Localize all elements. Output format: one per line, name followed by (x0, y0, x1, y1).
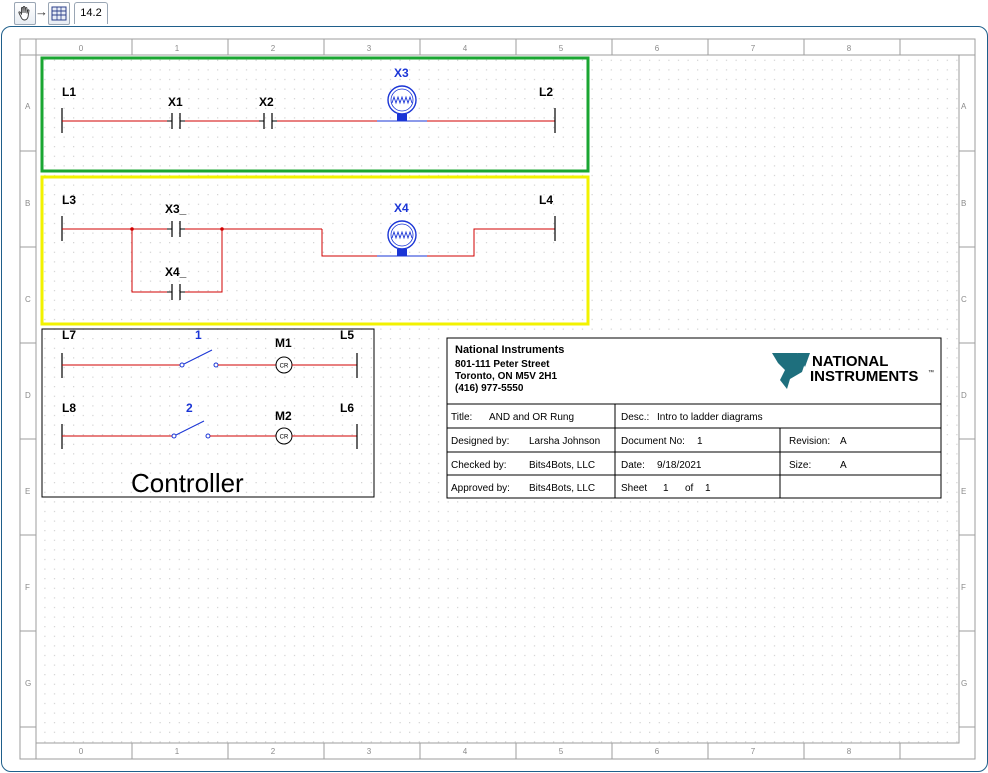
docno-label: Document No: (621, 436, 685, 447)
ruler-row-label: E (25, 487, 30, 496)
coil-m1[interactable]: CR (275, 356, 293, 374)
date-label: Date: (621, 460, 645, 471)
designed-label: Designed by: (451, 436, 509, 447)
revision-value: A (840, 436, 847, 447)
of-value: 1 (705, 483, 711, 494)
ruler-col-label: 1 (175, 44, 180, 53)
coil-m1-label: M1 (275, 336, 292, 350)
ruler-col-label: 5 (559, 747, 564, 756)
ruler-col-label: 4 (463, 44, 468, 53)
desc-value: Intro to ladder diagrams (657, 412, 763, 423)
designed-value: Larsha Johnson (529, 436, 600, 447)
zoom-tab[interactable]: 14.2 (74, 2, 108, 24)
revision-label: Revision: (789, 436, 830, 447)
lamp-x3-label: X3 (394, 66, 409, 80)
ruler-row-label: C (25, 295, 31, 304)
ruler-col-label: 6 (655, 44, 660, 53)
ruler-col-label: 1 (175, 747, 180, 756)
lamp-x4-label: X4 (394, 201, 409, 215)
circuit-icon[interactable] (48, 2, 70, 25)
contact-x1-label: X1 (168, 95, 183, 109)
approved-value: Bits4Bots, LLC (529, 483, 595, 494)
ruler-col-label: 8 (847, 747, 852, 756)
rail-l8-label: L8 (62, 401, 76, 415)
ruler-col-label: 4 (463, 747, 468, 756)
size-value: A (840, 460, 847, 471)
ruler-row-label: D (25, 391, 31, 400)
ruler-row-label: B (25, 199, 30, 208)
ruler-col-label: 5 (559, 44, 564, 53)
ruler-row-label: F (961, 583, 966, 592)
rail-l1-label: L1 (62, 85, 76, 99)
checked-label: Checked by: (451, 460, 507, 471)
hand-icon[interactable] (14, 2, 36, 25)
ruler-col-label: 7 (751, 747, 756, 756)
ruler-col-label: 8 (847, 44, 852, 53)
ruler-col-label: 2 (271, 747, 276, 756)
schematic-workspace[interactable]: 0 1 2 3 4 5 6 7 8 0 1 2 3 4 5 6 7 8 A B … (1, 26, 988, 772)
contact-x4-not-label: X4_ (165, 265, 187, 279)
title-block[interactable]: National Instruments 801-111 Peter Stree… (446, 337, 942, 499)
coil-symbol: CR (280, 364, 289, 370)
rail-l3-label: L3 (62, 193, 76, 207)
ruler-col-label: 0 (79, 747, 84, 756)
company-name: National Instruments (455, 344, 564, 356)
docno-value: 1 (697, 436, 703, 447)
checked-value: Bits4Bots, LLC (529, 460, 595, 471)
sheet-label: Sheet (621, 483, 647, 494)
ruler-col-label: 2 (271, 44, 276, 53)
ruler-row-label: C (961, 295, 967, 304)
ruler-row-label: D (961, 391, 967, 400)
contact-x3-not-label: X3_ (165, 202, 187, 216)
ruler-row-label: A (961, 102, 967, 111)
coil-m2-label: M2 (275, 409, 292, 423)
title-value: AND and OR Rung (489, 412, 574, 423)
date-value: 9/18/2021 (657, 460, 702, 471)
ruler-row-label: F (25, 583, 30, 592)
toolbar: → 14.2 (0, 0, 988, 26)
rail-l2-label: L2 (539, 85, 553, 99)
logo-line2: INSTRUMENTS (810, 368, 918, 385)
rail-l4-label: L4 (539, 193, 553, 207)
ruler-row-label: B (961, 199, 966, 208)
switch-2-label: 2 (186, 401, 193, 415)
company-address-2: Toronto, ON M5V 2H1 (455, 371, 557, 382)
ruler-row-label: G (25, 679, 31, 688)
ruler-row-label: G (961, 679, 967, 688)
schematic-sheet[interactable]: 0 1 2 3 4 5 6 7 8 0 1 2 3 4 5 6 7 8 A B … (2, 27, 987, 771)
of-label: of (685, 483, 694, 494)
ruler-col-label: 7 (751, 44, 756, 53)
contact-x2-label: X2 (259, 95, 274, 109)
switch-1-label: 1 (195, 328, 202, 342)
ruler-row-label: A (25, 102, 31, 111)
rail-l7-label: L7 (62, 328, 76, 342)
size-label: Size: (789, 460, 811, 471)
logo-tm: ™ (928, 369, 934, 376)
ruler-col-label: 0 (79, 44, 84, 53)
ruler-col-label: 3 (367, 747, 372, 756)
sheet-value: 1 (663, 483, 669, 494)
rail-l5-label: L5 (340, 328, 354, 342)
ruler-col-label: 3 (367, 44, 372, 53)
company-phone: (416) 977-5550 (455, 383, 524, 394)
arrow-icon: → (35, 4, 48, 19)
ruler-col-label: 6 (655, 747, 660, 756)
coil-symbol: CR (280, 435, 289, 441)
ruler-row-label: E (961, 487, 966, 496)
desc-label: Desc.: (621, 412, 649, 423)
coil-m2[interactable]: CR (275, 427, 293, 445)
approved-label: Approved by: (451, 483, 510, 494)
rail-l6-label: L6 (340, 401, 354, 415)
title-label: Title: (451, 412, 472, 423)
controller-caption: Controller (131, 468, 244, 498)
company-address-1: 801-111 Peter Street (455, 359, 550, 370)
